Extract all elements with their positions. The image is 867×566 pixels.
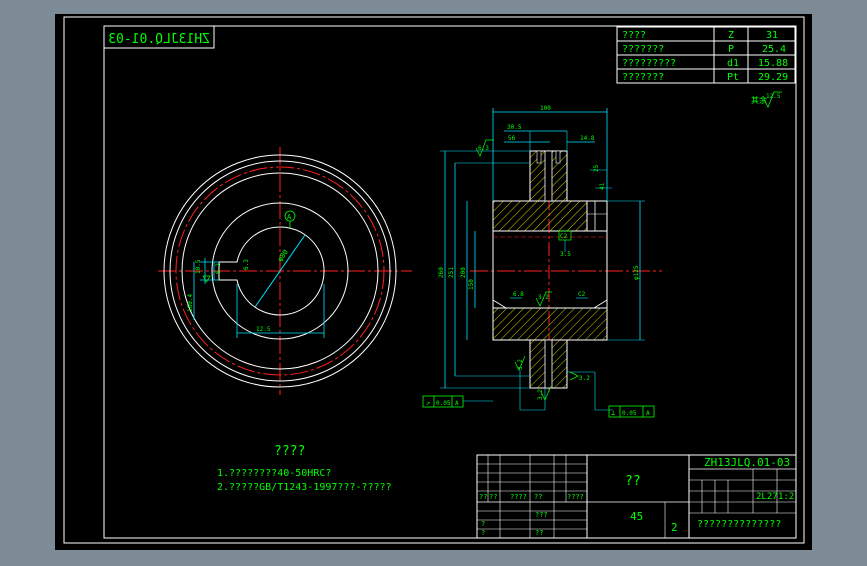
- dim-dia-2: 251: [448, 267, 455, 278]
- dim-bore-right: φ125: [633, 265, 640, 280]
- keyway-bottom-label: 12.5: [256, 326, 271, 333]
- param-symbol-0: Z: [728, 30, 734, 41]
- keyway-left-label: 160.4: [187, 294, 194, 312]
- notes-line-1: 1.????????40-50HRC?: [217, 468, 331, 479]
- right-groove: [586, 200, 608, 232]
- dim-dia-1: 260: [438, 267, 445, 278]
- dim-ring-right: 41: [599, 182, 606, 190]
- drawing-area: [55, 14, 812, 550]
- param-value-1: 25.4: [762, 44, 786, 55]
- keyway-depth-label: 3.5: [560, 251, 571, 258]
- title-cell-5: ?: [481, 520, 485, 528]
- face-ra-label: 3.2: [538, 294, 549, 301]
- param-symbol-2: d1: [727, 58, 739, 69]
- param-symbol-3: Pt: [727, 72, 739, 83]
- dim-overall-width: 100: [540, 105, 551, 112]
- dim-dia-3: 200: [460, 267, 467, 278]
- title-cell-2: ????: [510, 493, 527, 501]
- dim-hub-left: 30.5: [507, 124, 522, 131]
- title-cell-4: ???: [535, 511, 548, 519]
- keyway-callout-label: C2: [560, 233, 568, 240]
- keyway-width-label: 10.5: [195, 259, 202, 274]
- flatness-symbol-icon: ⊥: [611, 409, 615, 417]
- title-quantity: 2: [671, 521, 678, 534]
- title-cell-3: ??: [534, 493, 542, 501]
- chamfer-left-label: 6.8: [513, 291, 524, 298]
- notes-line-2: 2.?????GB/T1243-1997???-?????: [217, 482, 392, 493]
- ra-label-2: 3.2: [517, 359, 524, 370]
- ra-label-3: 3.2: [579, 375, 590, 382]
- param-value-0: 31: [766, 30, 778, 41]
- title-drawing-number: ZH13JLQ.01-03: [704, 456, 790, 469]
- dim-hub-right: 14.8: [580, 135, 595, 142]
- flatness-datum: A: [646, 410, 650, 417]
- chamfer-right-label: C2: [578, 291, 586, 298]
- cad-viewport[interactable]: ZH13JLQ.01-03 ???? Z 31 ??????? P 25.4 ?…: [0, 0, 867, 562]
- flatness-value: 0.05: [622, 410, 637, 417]
- title-cell-8: ????: [567, 493, 584, 501]
- dim-groove: 25: [593, 164, 600, 172]
- hub-bottom-hatch: [492, 307, 608, 341]
- title-cell-1: ??: [489, 493, 497, 501]
- title-weight: 2L27: [756, 492, 778, 502]
- drawing-canvas[interactable]: ZH13JLQ.01-03 ???? Z 31 ??????? P 25.4 ?…: [0, 0, 867, 562]
- param-name-3: ???????: [622, 72, 664, 83]
- dim-hub-inner: 56: [508, 135, 516, 142]
- runout-datum: A: [455, 400, 459, 407]
- keyway-h-label: 6.2: [215, 263, 222, 274]
- param-value-3: 29.29: [758, 72, 788, 83]
- dim-dia-4: 150: [468, 279, 475, 290]
- title-cell-0: ??: [479, 493, 487, 501]
- mirrored-number: ZH13JLQ.01-03: [108, 32, 210, 47]
- title-part-name: ??: [625, 474, 641, 489]
- param-value-2: 15.88: [758, 58, 788, 69]
- title-school: ??????????????: [697, 519, 781, 530]
- param-symbol-1: P: [728, 44, 734, 55]
- bottom-ra-label: 3.2: [537, 389, 544, 400]
- roughness-note-value: 12.5: [766, 93, 781, 100]
- keyway-side-label: 6.3: [243, 259, 250, 270]
- notes-heading: ????: [274, 444, 305, 459]
- title-scale: 1:2: [778, 492, 794, 502]
- runout-symbol-icon: ↗: [426, 399, 430, 407]
- param-name-0: ????: [622, 30, 646, 41]
- title-cell-7: ??: [535, 529, 543, 537]
- title-cell-6: ?: [481, 529, 485, 537]
- param-name-2: ?????????: [622, 58, 676, 69]
- param-name-1: ???????: [622, 44, 664, 55]
- title-material: 45: [630, 510, 643, 523]
- runout-value: 0.05: [436, 400, 451, 407]
